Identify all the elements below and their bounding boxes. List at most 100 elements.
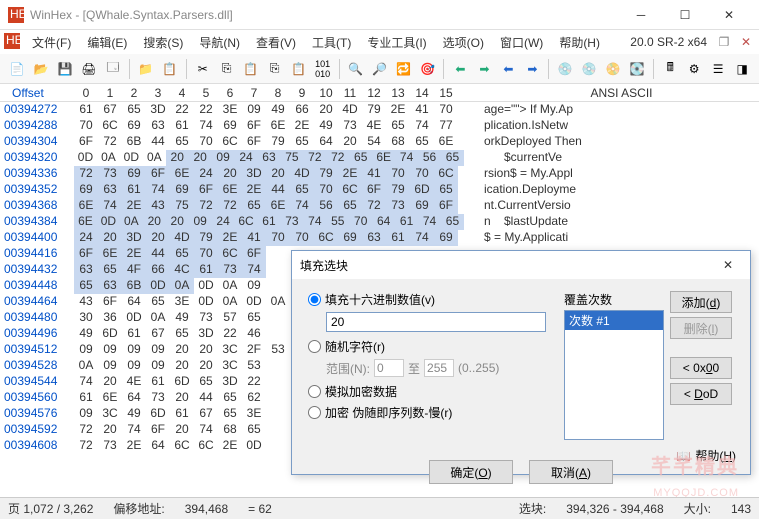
hex-byte[interactable]: 6C <box>218 246 242 262</box>
hex-byte[interactable]: 3C <box>98 406 122 422</box>
menu-nav[interactable]: 导航(N) <box>191 32 248 53</box>
hex-byte[interactable]: 44 <box>146 134 170 150</box>
fwd-icon[interactable]: ➡ <box>473 58 495 80</box>
hex-byte[interactable]: 63 <box>98 278 122 294</box>
doc-icon[interactable]: 📋 <box>159 58 181 80</box>
hex-byte[interactable]: 65 <box>74 278 98 294</box>
hex-byte[interactable]: 72 <box>98 134 122 150</box>
hex-byte[interactable]: 41 <box>410 102 434 118</box>
hex-byte[interactable]: 6F <box>98 294 122 310</box>
hex-byte[interactable]: 74 <box>418 214 441 230</box>
hex-byte[interactable]: 3E <box>170 294 194 310</box>
hex-byte[interactable]: 73 <box>98 438 122 454</box>
option-hex[interactable]: 填充十六进制数值(v) <box>308 291 552 308</box>
hex-byte[interactable]: 70 <box>386 166 410 182</box>
hex-byte[interactable]: 0A <box>170 278 194 294</box>
hex-byte[interactable]: 20 <box>146 230 170 246</box>
hex-row[interactable]: 003943200D0A0D0A2020092463757272656E7456… <box>0 150 759 166</box>
print-icon[interactable]: 🖨 <box>78 58 100 80</box>
hex-byte[interactable]: 24 <box>74 230 98 246</box>
hex-byte[interactable]: 6E <box>74 214 97 230</box>
hex-byte[interactable]: 79 <box>386 182 410 198</box>
hex-byte[interactable]: 30 <box>74 310 98 326</box>
hex-byte[interactable]: 09 <box>242 102 266 118</box>
hex-byte[interactable]: 0A <box>97 150 120 166</box>
hex-byte[interactable]: 20 <box>98 230 122 246</box>
undo-icon[interactable]: ⬅ <box>497 58 519 80</box>
hex-byte[interactable]: 6C <box>235 214 258 230</box>
hex-byte[interactable]: 74 <box>303 214 326 230</box>
hex-byte[interactable]: 09 <box>146 342 170 358</box>
hex-byte[interactable]: 65 <box>349 150 372 166</box>
hex-byte[interactable]: 72 <box>218 198 242 214</box>
hex-byte[interactable]: 0D <box>194 278 218 294</box>
hex-byte[interactable]: 6F <box>194 182 218 198</box>
radio-enc[interactable] <box>308 406 321 419</box>
hex-byte[interactable]: 6D <box>170 374 194 390</box>
hex-byte[interactable]: 64 <box>122 390 146 406</box>
dod-button[interactable]: < DoD <box>670 383 732 405</box>
hex-byte[interactable]: 20 <box>194 342 218 358</box>
hex-byte[interactable]: 63 <box>98 182 122 198</box>
hex-byte[interactable]: 43 <box>74 294 98 310</box>
hex-byte[interactable]: 64 <box>146 438 170 454</box>
hex-byte[interactable]: 64 <box>314 134 338 150</box>
hex-byte[interactable]: 6D <box>98 326 122 342</box>
list-icon[interactable]: ☰ <box>707 58 729 80</box>
hex-byte[interactable]: 70 <box>349 214 372 230</box>
menu-window[interactable]: 窗口(W) <box>492 32 551 53</box>
hex-byte[interactable]: 53 <box>266 342 290 358</box>
hex-byte[interactable]: 72 <box>326 150 349 166</box>
range-to-input[interactable] <box>424 359 454 377</box>
menu-help[interactable]: 帮助(H) <box>551 32 608 53</box>
hex-byte[interactable]: 0D <box>74 150 97 166</box>
hex-byte[interactable]: 6C <box>434 166 458 182</box>
hex-byte[interactable]: 65 <box>170 134 194 150</box>
help-button[interactable]: 📖 帮助(H) <box>676 447 736 464</box>
hex-byte[interactable]: 49 <box>266 102 290 118</box>
hex-byte[interactable]: 4E <box>362 118 386 134</box>
hex-byte[interactable]: 69 <box>74 182 98 198</box>
hex-byte[interactable]: 6E <box>266 118 290 134</box>
menu-pro[interactable]: 专业工具(I) <box>359 32 434 53</box>
hex-byte[interactable]: 65 <box>242 310 266 326</box>
hex-byte[interactable]: 3E <box>218 102 242 118</box>
hex-byte[interactable]: 75 <box>280 150 303 166</box>
hex-byte[interactable]: 61 <box>146 374 170 390</box>
hex-byte[interactable]: 65 <box>122 102 146 118</box>
hex-byte[interactable]: 0A <box>74 358 98 374</box>
copy2-icon[interactable]: ⎘ <box>264 58 286 80</box>
hex-byte[interactable]: 44 <box>146 246 170 262</box>
hex-byte[interactable]: 20 <box>170 358 194 374</box>
ascii-cell[interactable]: ication.Deployme <box>464 182 759 198</box>
ascii-cell[interactable]: $currentVe <box>464 150 759 166</box>
menu-tools[interactable]: 工具(T) <box>304 32 359 53</box>
disk4-icon[interactable]: 💽 <box>626 58 648 80</box>
hex-byte[interactable]: 49 <box>170 310 194 326</box>
hex-byte[interactable]: 65 <box>194 374 218 390</box>
hex-cells[interactable]: 6E742E43757272656E7456657273696F <box>74 198 464 214</box>
hex-byte[interactable]: 75 <box>170 198 194 214</box>
hex-byte[interactable]: 20 <box>338 134 362 150</box>
hex-byte[interactable]: 6E <box>434 134 458 150</box>
option-simulate[interactable]: 模拟加密数据 <box>308 383 552 400</box>
hex-byte[interactable]: 2E <box>122 438 146 454</box>
hex-byte[interactable]: 3D <box>218 374 242 390</box>
hex-byte[interactable]: 6B <box>122 278 146 294</box>
hex-value-input[interactable] <box>326 312 546 332</box>
hex-byte[interactable]: 20 <box>98 422 122 438</box>
hex-byte[interactable]: 49 <box>122 406 146 422</box>
hex-byte[interactable]: 53 <box>242 358 266 374</box>
hex-byte[interactable]: 79 <box>314 166 338 182</box>
hex-byte[interactable]: 49 <box>74 326 98 342</box>
find-hex-icon[interactable]: 🔎 <box>369 58 391 80</box>
hex-byte[interactable]: 62 <box>242 390 266 406</box>
hex-byte[interactable]: 0A <box>143 150 166 166</box>
hex-byte[interactable]: 6F <box>362 182 386 198</box>
hex-byte[interactable]: 74 <box>395 150 418 166</box>
redo-icon[interactable]: ➡ <box>521 58 543 80</box>
hex-byte[interactable]: 70 <box>290 230 314 246</box>
hex-byte[interactable]: 09 <box>122 358 146 374</box>
paste-icon[interactable]: 📋 <box>240 58 262 80</box>
hex-byte[interactable]: 6B <box>122 134 146 150</box>
